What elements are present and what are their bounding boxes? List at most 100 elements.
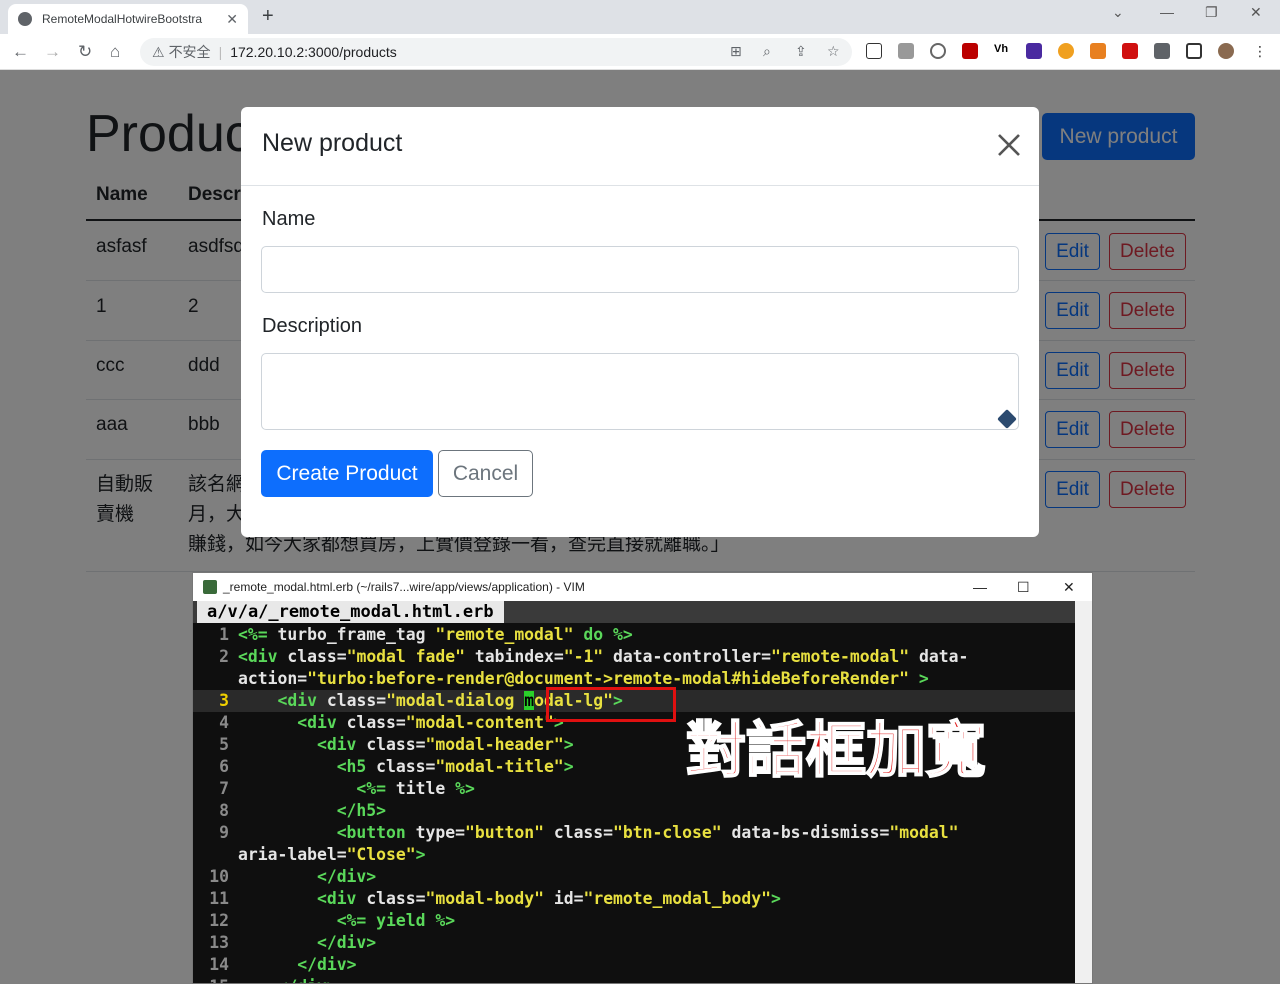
reload-icon[interactable]: ↻ (78, 42, 92, 62)
tab-title: RemoteModalHotwireBootstra (42, 12, 203, 26)
vim-code-line: 13 </div> (193, 932, 1075, 954)
vim-code-line: 11 <div class="modal-body" id="remote_mo… (193, 888, 1075, 910)
extension-graduation-icon[interactable] (1026, 43, 1042, 59)
vim-code-line: 15 </div> (193, 976, 1075, 983)
extension-yahoo-icon[interactable] (866, 43, 882, 59)
extension-vh-icon[interactable]: Vh (994, 43, 1010, 59)
vim-line-number: 2 (219, 647, 229, 666)
back-icon[interactable]: ← (12, 42, 29, 62)
vim-code-line: 2 <div class="modal fade" tabindex="-1" d… (193, 646, 1075, 668)
close-tab-icon[interactable]: ✕ (226, 11, 238, 28)
window-close-icon[interactable]: ✕ (1250, 4, 1262, 21)
extension-dots-icon[interactable] (1058, 43, 1074, 59)
minimize-icon[interactable]: — (973, 579, 987, 595)
vim-titlebar: _remote_modal.html.erb (~/rails7...wire/… (193, 573, 1092, 601)
vim-line-number: 11 (209, 889, 229, 908)
annotation-text: 對話框加寬 (685, 715, 987, 787)
extension-metamask-icon[interactable] (1090, 43, 1106, 59)
tab-search-icon[interactable]: ⌄ (1112, 4, 1124, 21)
browser-tab[interactable]: RemoteModalHotwireBootstra ✕ (8, 4, 248, 34)
vim-line-text: <%= turbo_frame_tag "remote_modal" do %> (238, 625, 633, 644)
extension-pdf-icon[interactable] (1122, 43, 1138, 59)
vim-line-text: </div> (238, 976, 336, 983)
profile-avatar[interactable] (1218, 43, 1234, 59)
window-close-icon[interactable]: ✕ (1063, 579, 1075, 596)
vim-line-text: </h5> (336, 801, 387, 820)
browser-tab-strip: RemoteModalHotwireBootstra ✕ + ⌄ — ❐ ✕ (0, 0, 1280, 34)
vim-code-line: 10 </div> (193, 866, 1075, 888)
vim-line-text: <div class="modal-header"> (316, 735, 574, 754)
url-text: 172.20.10.2:3000/products (230, 44, 397, 60)
vim-line-text: aria-label="Close"> (238, 845, 426, 864)
vim-line-number: 9 (219, 823, 229, 842)
description-label: Description (262, 315, 363, 337)
maximize-icon[interactable]: ☐ (1017, 579, 1030, 596)
vim-code-line: aria-label="Close"> (193, 844, 1075, 866)
vim-line-number: 3 (219, 691, 229, 710)
modal-header-divider (241, 185, 1039, 186)
vim-line-text: </div> (297, 955, 357, 974)
forward-icon[interactable]: → (44, 42, 61, 62)
vim-line-number: 1 (219, 625, 229, 644)
vim-line-number: 12 (209, 911, 229, 930)
extension-ublock-icon[interactable] (962, 43, 978, 59)
grammarly-icon[interactable] (997, 409, 1017, 429)
vim-code-line: 14 </div> (193, 954, 1075, 976)
vim-tab[interactable]: a/v/a/_remote_modal.html.erb (197, 601, 504, 623)
vim-line-number: 10 (209, 867, 229, 886)
new-product-modal: New product Name Description Create Prod… (241, 107, 1039, 537)
modal-title: New product (262, 129, 403, 157)
url-separator: | (218, 44, 223, 60)
vim-code-line: 1 <%= turbo_frame_tag "remote_modal" do %… (193, 624, 1075, 646)
toolbar: ← → ↻ ⌂ ⚠ 不安全 | 172.20.10.2:3000/product… (0, 34, 1280, 70)
vim-line-text: <button type="button" class="btn-close" … (336, 823, 959, 842)
vim-line-number: 13 (209, 933, 229, 952)
vim-editor[interactable]: a/v/a/_remote_modal.html.erb 1 <%= turbo_… (193, 601, 1075, 983)
vim-line-text: <%= title %> (356, 779, 475, 798)
extensions-puzzle-icon[interactable] (1154, 43, 1170, 59)
security-label: 不安全 (168, 44, 211, 60)
share-icon[interactable]: ⇪ (795, 43, 807, 60)
vim-scrollbar[interactable] (1075, 601, 1092, 983)
vim-line-number: 6 (219, 757, 229, 776)
extension-chat-icon[interactable] (930, 43, 946, 59)
vim-line-text: <h5 class="modal-title"> (336, 757, 574, 776)
vim-line-text: <%= yield %> (336, 911, 456, 930)
description-field[interactable] (261, 353, 1019, 430)
name-label: Name (262, 208, 316, 230)
vim-line-text: <div class="modal-body" id="remote_modal… (316, 889, 781, 908)
translate-icon[interactable]: ⊞ (730, 43, 742, 60)
vim-tabline: a/v/a/_remote_modal.html.erb (193, 601, 1075, 623)
vim-line-text: <div class="modal fade" tabindex="-1" da… (238, 647, 969, 666)
name-field[interactable] (261, 246, 1019, 293)
zoom-icon[interactable]: ⌕ (763, 43, 771, 60)
extension-generic-icon[interactable] (898, 43, 914, 59)
cancel-button[interactable]: Cancel (438, 450, 533, 497)
close-icon[interactable] (997, 133, 1021, 157)
vim-line-number: 14 (209, 955, 229, 974)
vim-window-title: _remote_modal.html.erb (~/rails7...wire/… (223, 580, 585, 594)
vim-code-line: 9 <button type="button" class="btn-close… (193, 822, 1075, 844)
new-tab-icon[interactable]: + (262, 5, 274, 28)
vim-code-line: 12 <%= yield %> (193, 910, 1075, 932)
vim-line-number: 7 (219, 779, 229, 798)
bookmark-star-icon[interactable]: ☆ (827, 43, 840, 60)
highlight-box (546, 687, 676, 722)
vim-code-line: 8 </h5> (193, 800, 1075, 822)
menu-kebab-icon[interactable]: ⋮ (1252, 43, 1268, 59)
vim-line-number: 4 (219, 713, 229, 732)
create-product-button[interactable]: Create Product (261, 450, 433, 497)
address-bar[interactable]: ⚠ 不安全 | 172.20.10.2:3000/products (140, 38, 852, 66)
vim-line-text: <div class="modal-content"> (297, 713, 564, 732)
restore-icon[interactable]: ❐ (1205, 4, 1218, 21)
vim-line-text: </div> (316, 867, 377, 886)
vim-line-number: 15 (193, 976, 229, 983)
globe-icon (18, 12, 32, 26)
vim-line-number: 5 (219, 735, 229, 754)
vim-line-number: 8 (219, 801, 229, 820)
home-icon[interactable]: ⌂ (110, 42, 120, 62)
vim-line-text: </div> (316, 933, 377, 952)
sidepanel-icon[interactable] (1186, 43, 1202, 59)
minimize-icon[interactable]: — (1160, 4, 1174, 20)
warning-icon: ⚠ (152, 43, 165, 60)
